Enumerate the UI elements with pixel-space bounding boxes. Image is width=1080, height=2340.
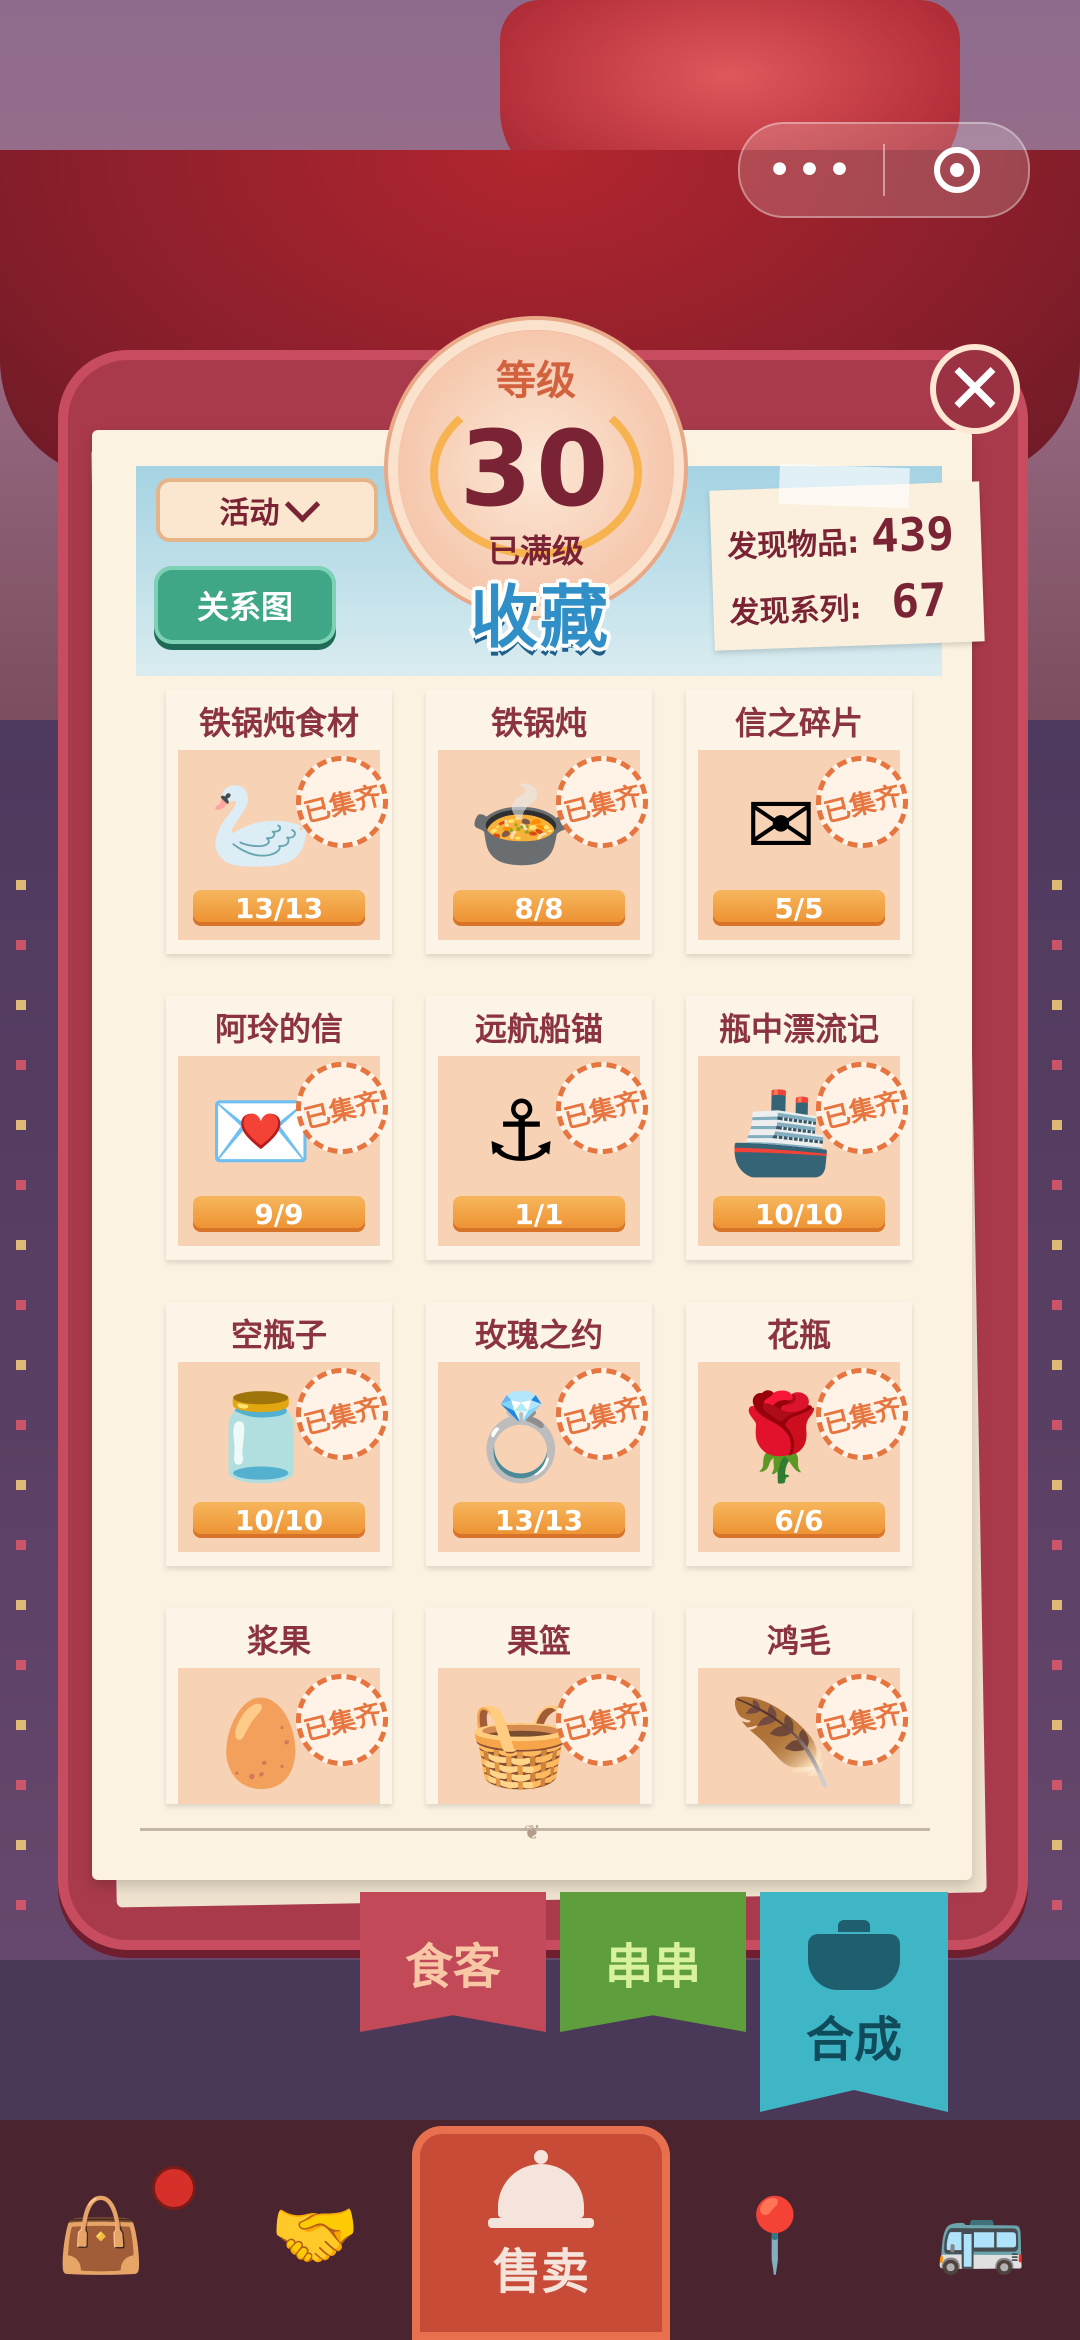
tab-skewers[interactable]: 串串 bbox=[560, 1892, 746, 2032]
dropdown-selected: 活动 bbox=[219, 496, 280, 531]
pot-icon bbox=[808, 1920, 900, 1990]
page-title: 收藏 bbox=[469, 579, 610, 658]
collection-card[interactable]: 阿玲的信 💌 已集齐 9/9 bbox=[166, 996, 398, 1260]
collection-card[interactable]: 玫瑰之约 💍 已集齐 13/13 bbox=[426, 1302, 658, 1566]
collection-name: 空瓶子 bbox=[230, 1316, 327, 1354]
collection-name: 果篮 bbox=[506, 1622, 571, 1660]
divider-ornament-icon: ❦ bbox=[523, 1820, 541, 1844]
collection-name: 铁锅炖 bbox=[490, 704, 587, 742]
collection-progress: 13/13 bbox=[193, 890, 365, 926]
tab-craft-label: 合成 bbox=[805, 2012, 902, 2068]
collection-card[interactable]: 鸿毛 🪶 已集齐 bbox=[686, 1608, 918, 1804]
map-pin-icon[interactable]: 📍 bbox=[690, 2150, 860, 2320]
collection-name: 信之碎片 bbox=[734, 704, 863, 742]
stat-items-label: 发现物品: bbox=[726, 525, 860, 566]
sell-button[interactable]: 售卖 bbox=[412, 2126, 670, 2340]
close-button[interactable]: ✕ bbox=[930, 344, 1020, 434]
collection-card[interactable]: 铁锅炖食材 🦢 已集齐 13/13 bbox=[166, 690, 398, 954]
tab-craft[interactable]: 合成 bbox=[760, 1892, 948, 2112]
collection-progress: 8/8 bbox=[453, 890, 625, 926]
stats-card: 发现物品: 439 发现系列: 67 bbox=[709, 463, 985, 651]
stat-series-label: 发现系列: bbox=[728, 591, 863, 632]
sell-label: 售卖 bbox=[492, 2244, 589, 2300]
collection-name: 铁锅炖食材 bbox=[198, 704, 359, 742]
level-label: 等级 bbox=[496, 358, 576, 404]
stat-items: 发现物品: 439 bbox=[726, 506, 955, 568]
target-icon bbox=[933, 147, 980, 193]
collection-card[interactable]: 浆果 🥚 已集齐 bbox=[166, 1608, 398, 1804]
collection-progress: 13/13 bbox=[453, 1502, 625, 1538]
chevron-down-icon bbox=[284, 486, 320, 523]
stat-series: 发现系列: 67 bbox=[728, 572, 948, 635]
handshake-icon[interactable]: 🤝 bbox=[230, 2150, 400, 2320]
tape-decoration bbox=[778, 463, 910, 509]
collection-progress: 10/10 bbox=[193, 1502, 365, 1538]
tab-diners[interactable]: 食客 bbox=[360, 1892, 546, 2032]
collection-card[interactable]: 铁锅炖 🍲 已集齐 8/8 bbox=[426, 690, 658, 954]
collection-progress: 9/9 bbox=[193, 1196, 365, 1232]
collection-card[interactable]: 花瓶 🌹 已集齐 6/6 bbox=[686, 1302, 918, 1566]
collection-name: 花瓶 bbox=[766, 1316, 831, 1354]
collection-name: 阿玲的信 bbox=[214, 1010, 343, 1048]
collection-progress: 5/5 bbox=[713, 890, 885, 926]
collection-card[interactable]: 空瓶子 🫙 已集齐 10/10 bbox=[166, 1302, 398, 1566]
notification-dot bbox=[152, 2166, 196, 2210]
collection-card[interactable]: 信之碎片 ✉ 已集齐 5/5 bbox=[686, 690, 918, 954]
sell-bell-icon bbox=[488, 2150, 594, 2228]
relation-graph-button[interactable]: 关系图 bbox=[154, 566, 336, 644]
stat-series-value: 67 bbox=[890, 572, 948, 629]
level-value: 30 bbox=[459, 408, 613, 530]
collection-name: 远航船锚 bbox=[474, 1010, 603, 1048]
collection-card[interactable]: 远航船锚 ⚓ 已集齐 1/1 bbox=[426, 996, 658, 1260]
stat-items-value: 439 bbox=[870, 506, 955, 564]
collection-card[interactable]: 果篮 🧺 已集齐 bbox=[426, 1608, 658, 1804]
bus-icon[interactable]: 🚌 bbox=[896, 2150, 1066, 2320]
collection-name: 玫瑰之约 bbox=[474, 1316, 603, 1354]
collection-name: 瓶中漂流记 bbox=[718, 1010, 879, 1048]
collection-name: 浆果 bbox=[246, 1622, 311, 1660]
capsule-close-button[interactable] bbox=[885, 124, 1028, 216]
miniprogram-capsule: ••• bbox=[738, 122, 1030, 218]
collection-card[interactable]: 瓶中漂流记 🚢 已集齐 10/10 bbox=[686, 996, 918, 1260]
collection-progress: 1/1 bbox=[453, 1196, 625, 1232]
collection-name: 鸿毛 bbox=[766, 1622, 831, 1660]
collection-progress: 6/6 bbox=[713, 1502, 885, 1538]
more-dots-icon[interactable]: ••• bbox=[740, 124, 883, 216]
collection-progress: 10/10 bbox=[713, 1196, 885, 1232]
category-dropdown[interactable]: 活动 bbox=[156, 478, 378, 542]
